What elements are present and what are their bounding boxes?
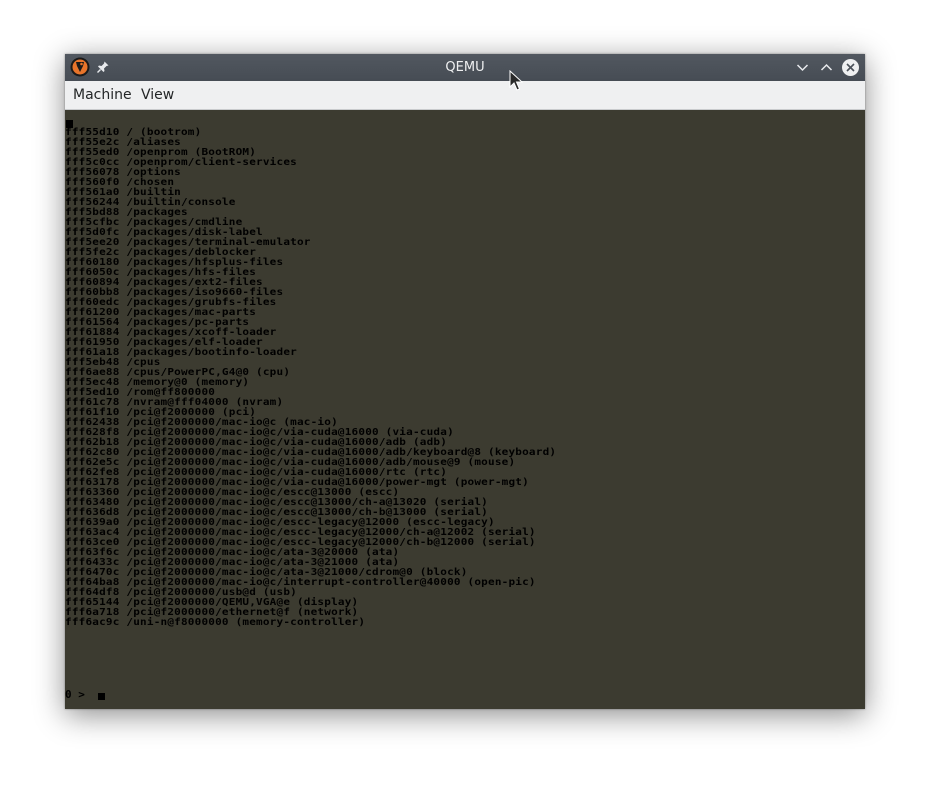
console-line: fff60bb8 /packages/iso9660-files (65, 286, 284, 298)
console-line: fff628f8 /pci@f2000000/mac-io@c/via-cuda… (65, 426, 454, 438)
console-line: fff6433c /pci@f2000000/mac-io@c/ata-3@21… (65, 556, 400, 568)
console-line: fff56244 /builtin/console (65, 196, 236, 208)
chevron-up-icon[interactable] (817, 58, 836, 77)
console-line: fff639a0 /pci@f2000000/mac-io@c/escc-leg… (65, 516, 495, 528)
mouse-pointer-icon (509, 70, 523, 91)
console-line: fff5ee20 /packages/terminal-emulator (65, 236, 311, 248)
console-line: fff62b18 /pci@f2000000/mac-io@c/via-cuda… (65, 436, 448, 448)
console-line: fff56078 /options (65, 166, 181, 178)
console-line: fff61c78 /nvram@fff04000 (nvram) (65, 396, 284, 408)
console-line: fff60894 /packages/ext2-files (65, 276, 263, 288)
console-line: fff63178 /pci@f2000000/mac-io@c/via-cuda… (65, 476, 529, 488)
console-line: fff6a718 /pci@f2000000/ethernet@f (netwo… (65, 606, 359, 618)
console-line: fff64df8 /pci@f2000000/usb@d (usb) (65, 586, 297, 598)
console-line: fff63360 /pci@f2000000/mac-io@c/escc@130… (65, 486, 400, 498)
console-line: fff5cfbc /packages/cmdline (65, 216, 243, 228)
menu-machine[interactable]: Machine (65, 81, 140, 109)
menu-view[interactable]: View (133, 81, 182, 109)
prompt-cursor (98, 693, 105, 700)
title-bar[interactable]: QEMU (65, 54, 865, 81)
console-line: fff5fe2c /packages/deblocker (65, 246, 257, 258)
console-line: fff61200 /packages/mac-parts (65, 306, 257, 318)
console-line: fff60edc /packages/grubfs-files (65, 296, 277, 308)
console-line: fff62c80 /pci@f2000000/mac-io@c/via-cuda… (65, 446, 557, 458)
console-line: fff61950 /packages/elf-loader (65, 336, 263, 348)
console-line: fff63ac4 /pci@f2000000/mac-io@c/escc-leg… (65, 526, 536, 538)
console-line: fff62438 /pci@f2000000/mac-io@c (mac-io) (65, 416, 338, 428)
console-line: fff61884 /packages/xcoff-loader (65, 326, 277, 338)
menu-bar: Machine View (65, 81, 865, 110)
console-line: fff6050c /packages/hfs-files (65, 266, 257, 278)
console-line: fff561a0 /builtin (65, 186, 181, 198)
console-line: fff63ce0 /pci@f2000000/mac-io@c/escc-leg… (65, 536, 536, 548)
console-line: fff63f6c /pci@f2000000/mac-io@c/ata-3@20… (65, 546, 400, 558)
console-line: fff55e2c /aliases (65, 136, 181, 148)
console-line: fff6ae88 /cpus/PowerPC,G4@0 (cpu) (65, 366, 291, 378)
console-line: fff560f0 /chosen (65, 176, 175, 188)
console-line: fff5d0fc /packages/disk-label (65, 226, 263, 238)
qemu-icon[interactable] (70, 57, 90, 77)
console-line: fff61a18 /packages/bootinfo-loader (65, 346, 297, 358)
console-line: fff5bd88 /packages (65, 206, 188, 218)
console-line: fff63480 /pci@f2000000/mac-io@c/escc@130… (65, 496, 488, 508)
pin-icon[interactable] (96, 60, 110, 74)
window-title: QEMU (445, 60, 485, 75)
close-icon[interactable] (841, 58, 860, 77)
console-line: fff60180 /packages/hfsplus-files (65, 256, 284, 268)
console-line: fff636d8 /pci@f2000000/mac-io@c/escc@130… (65, 506, 488, 518)
console-line: fff5c0cc /openprom/client-services (65, 156, 297, 168)
console-line: fff6ac9c /uni-n@f8000000 (memory-control… (65, 616, 366, 628)
console-line: fff5ec48 /memory@0 (memory) (65, 376, 250, 388)
console-line: fff62e5c /pci@f2000000/mac-io@c/via-cuda… (65, 456, 516, 468)
console-output: fff55d10 / (bootrom) fff55e2c /aliases fff… (65, 126, 557, 628)
console-line: fff5ed10 /rom@ff800000 (65, 386, 216, 398)
console-prompt: 0 > (65, 688, 92, 701)
chevron-down-icon[interactable] (793, 58, 812, 77)
console-line: fff61564 /packages/pc-parts (65, 316, 250, 328)
console-line: fff55d10 / (bootrom) (65, 126, 202, 138)
console-line: fff62fe8 /pci@f2000000/mac-io@c/via-cuda… (65, 466, 448, 478)
qemu-window: QEMU Machine View fff55d10 / (bootrom) ff… (65, 54, 865, 709)
guest-display[interactable]: fff55d10 / (bootrom) fff55e2c /aliases fff… (65, 110, 865, 709)
console-line: fff55ed0 /openprom (BootROM) (65, 146, 257, 158)
console-line: fff65144 /pci@f2000000/QEMU,VGA@e (displ… (65, 596, 359, 608)
console-line: fff5eb48 /cpus (65, 356, 161, 368)
console-line: fff61f10 /pci@f2000000 (pci) (65, 406, 257, 418)
console-line: fff6470c /pci@f2000000/mac-io@c/ata-3@21… (65, 566, 468, 578)
console-line: fff64ba8 /pci@f2000000/mac-io@c/interrup… (65, 576, 536, 588)
